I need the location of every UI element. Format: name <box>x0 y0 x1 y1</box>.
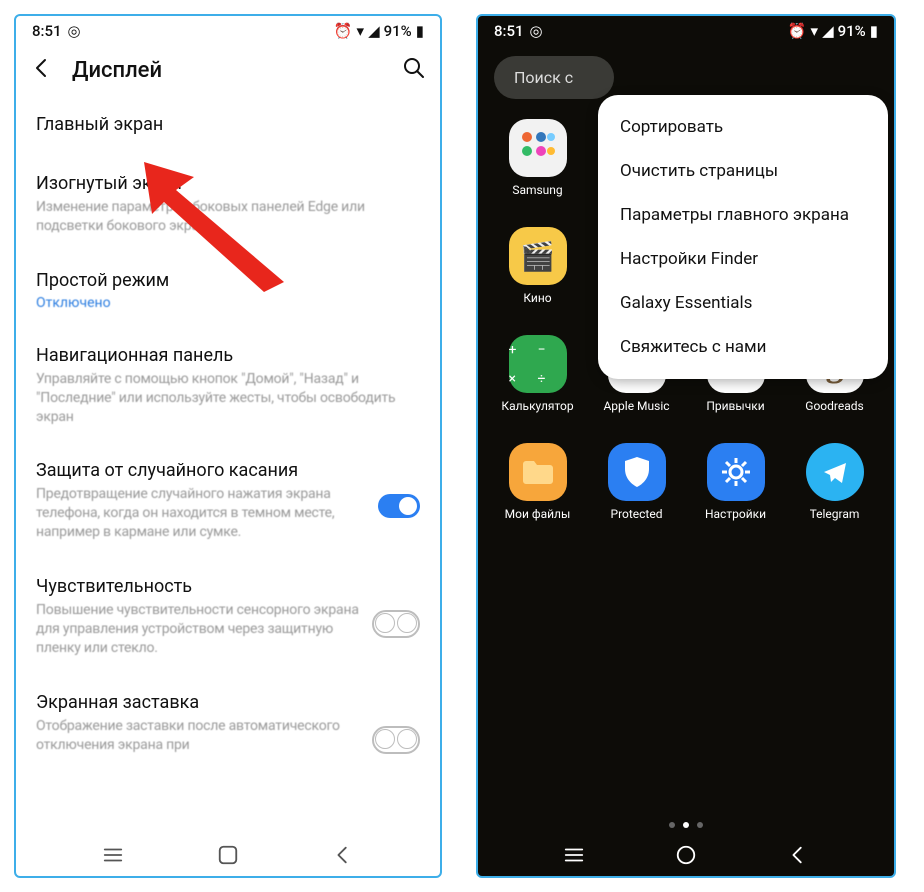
menu-galaxy-essentials[interactable]: Galaxy Essentials <box>598 281 888 325</box>
item-easy-mode[interactable]: Простой режим Отключено <box>36 254 420 329</box>
folder-icon <box>509 443 567 501</box>
item-title: Защита от случайного касания <box>36 460 378 481</box>
page-dot[interactable] <box>669 822 675 828</box>
menu-sort[interactable]: Сортировать <box>598 105 888 149</box>
movie-icon: 🎬 <box>509 227 567 285</box>
wifi-icon: ▾ <box>357 22 365 40</box>
folder-icon <box>509 119 567 177</box>
menu-home-settings[interactable]: Параметры главного экрана <box>598 193 888 237</box>
back-button[interactable] <box>787 844 809 866</box>
app-myfiles[interactable]: Мои файлы <box>493 443 583 521</box>
item-subtitle: Предотвращение случайного нажатия экрана… <box>36 485 378 542</box>
app-calculator[interactable]: +−×÷ Калькулятор <box>493 335 583 413</box>
recent-button[interactable] <box>102 844 124 866</box>
app-label: Protected <box>611 507 663 521</box>
battery-text: 91% <box>838 22 866 40</box>
item-curved-screen[interactable]: Изогнутый экран Изменение параметров бок… <box>36 157 420 254</box>
settings-list: Главный экран Изогнутый экран Изменение … <box>16 98 440 830</box>
app-label: Goodreads <box>805 399 863 413</box>
item-sensitivity[interactable]: Чувствительность Повышение чувствительно… <box>36 560 420 676</box>
app-settings[interactable]: Настройки <box>691 443 781 521</box>
context-menu: Сортировать Очистить страницы Параметры … <box>598 95 888 379</box>
menu-contact-us[interactable]: Свяжитесь с нами <box>598 325 888 369</box>
item-title: Главный экран <box>36 114 420 135</box>
app-label: Apple Music <box>603 399 669 413</box>
status-bar: 8:51 ◎ ⏰ ▾ ◢ 91% ▮ <box>478 16 894 46</box>
item-screensaver[interactable]: Экранная заставка Отображение заставки п… <box>36 676 420 773</box>
app-label: Привычки <box>706 399 764 413</box>
item-nav-bar[interactable]: Навигационная панель Управляйте с помощь… <box>36 329 420 445</box>
home-button[interactable] <box>675 844 697 866</box>
item-title: Экранная заставка <box>36 692 372 713</box>
app-label: Кино <box>523 291 551 305</box>
back-button[interactable] <box>332 844 354 866</box>
item-accidental-touch[interactable]: Защита от случайного касания Предотвраще… <box>36 444 420 560</box>
menu-finder-settings[interactable]: Настройки Finder <box>598 237 888 281</box>
item-subtitle: Управляйте с помощью кнопок "Домой", "На… <box>36 370 420 427</box>
battery-icon: ▮ <box>416 22 424 40</box>
item-title: Чувствительность <box>36 576 372 597</box>
app-label: Калькулятор <box>501 399 573 413</box>
item-subtitle: Изменение параметров боковых панелей Edg… <box>36 198 420 236</box>
item-subtitle: Отображение заставки после автоматическо… <box>36 717 372 755</box>
search-field[interactable]: Поиск с <box>494 56 614 99</box>
battery-text: 91% <box>384 22 412 40</box>
app-kino[interactable]: 🎬 Кино <box>493 227 583 305</box>
back-icon[interactable] <box>30 56 54 84</box>
phone-home-menu: 8:51 ◎ ⏰ ▾ ◢ 91% ▮ Поиск с Samsung <box>476 14 896 878</box>
menu-clean-pages[interactable]: Очистить страницы <box>598 149 888 193</box>
shield-icon <box>608 443 666 501</box>
item-title: Навигационная панель <box>36 345 420 366</box>
item-title: Изогнутый экран <box>36 173 420 194</box>
wifi-icon: ▾ <box>811 22 819 40</box>
status-time: 8:51 <box>494 22 524 40</box>
phone-settings-display: 8:51 ◎ ⏰ ▾ ◢ 91% ▮ Дисплей Главный экран… <box>14 14 442 878</box>
alarm-icon: ⏰ <box>334 22 353 40</box>
telegram-icon <box>806 443 864 501</box>
calculator-icon: +−×÷ <box>509 335 567 393</box>
status-time: 8:51 <box>32 22 62 40</box>
app-label: Настройки <box>705 507 766 521</box>
alarm-icon: ⏰ <box>788 22 807 40</box>
item-home-screen[interactable]: Главный экран <box>36 98 420 157</box>
apps-grid: Samsung 🎬 Кино +−×÷ Калькулятор Apple Mu… <box>478 99 894 818</box>
toggle-off[interactable] <box>372 726 420 754</box>
battery-icon: ▮ <box>870 22 878 40</box>
app-label: Telegram <box>810 507 860 521</box>
app-protected[interactable]: Protected <box>592 443 682 521</box>
page-title: Дисплей <box>72 58 384 83</box>
search-placeholder: Поиск с <box>514 68 573 87</box>
page-indicator <box>478 818 894 830</box>
app-row: Мои файлы Protected Настройки Telegram <box>488 443 884 521</box>
search-icon[interactable] <box>402 56 426 84</box>
android-nav-bar <box>478 830 894 876</box>
item-title: Простой режим <box>36 270 420 291</box>
status-bar: 8:51 ◎ ⏰ ▾ ◢ 91% ▮ <box>16 16 440 46</box>
app-samsung[interactable]: Samsung <box>493 119 583 197</box>
page-dot[interactable] <box>697 822 703 828</box>
header: Дисплей <box>16 46 440 98</box>
item-status: Отключено <box>36 295 420 311</box>
signal-icon: ◢ <box>368 22 380 40</box>
toggle-on[interactable] <box>378 494 420 518</box>
page-dot-active[interactable] <box>683 822 689 828</box>
status-app-icon: ◎ <box>530 22 543 40</box>
android-nav-bar <box>16 830 440 876</box>
app-label: Мои файлы <box>505 507 571 521</box>
item-subtitle: Повышение чувствительности сенсорного эк… <box>36 601 372 658</box>
app-label: Samsung <box>512 183 562 197</box>
status-app-icon: ◎ <box>68 22 81 40</box>
app-telegram[interactable]: Telegram <box>790 443 880 521</box>
gear-icon <box>707 443 765 501</box>
signal-icon: ◢ <box>822 22 834 40</box>
toggle-off[interactable] <box>372 610 420 638</box>
recent-button[interactable] <box>563 844 585 866</box>
home-button[interactable] <box>217 844 239 866</box>
